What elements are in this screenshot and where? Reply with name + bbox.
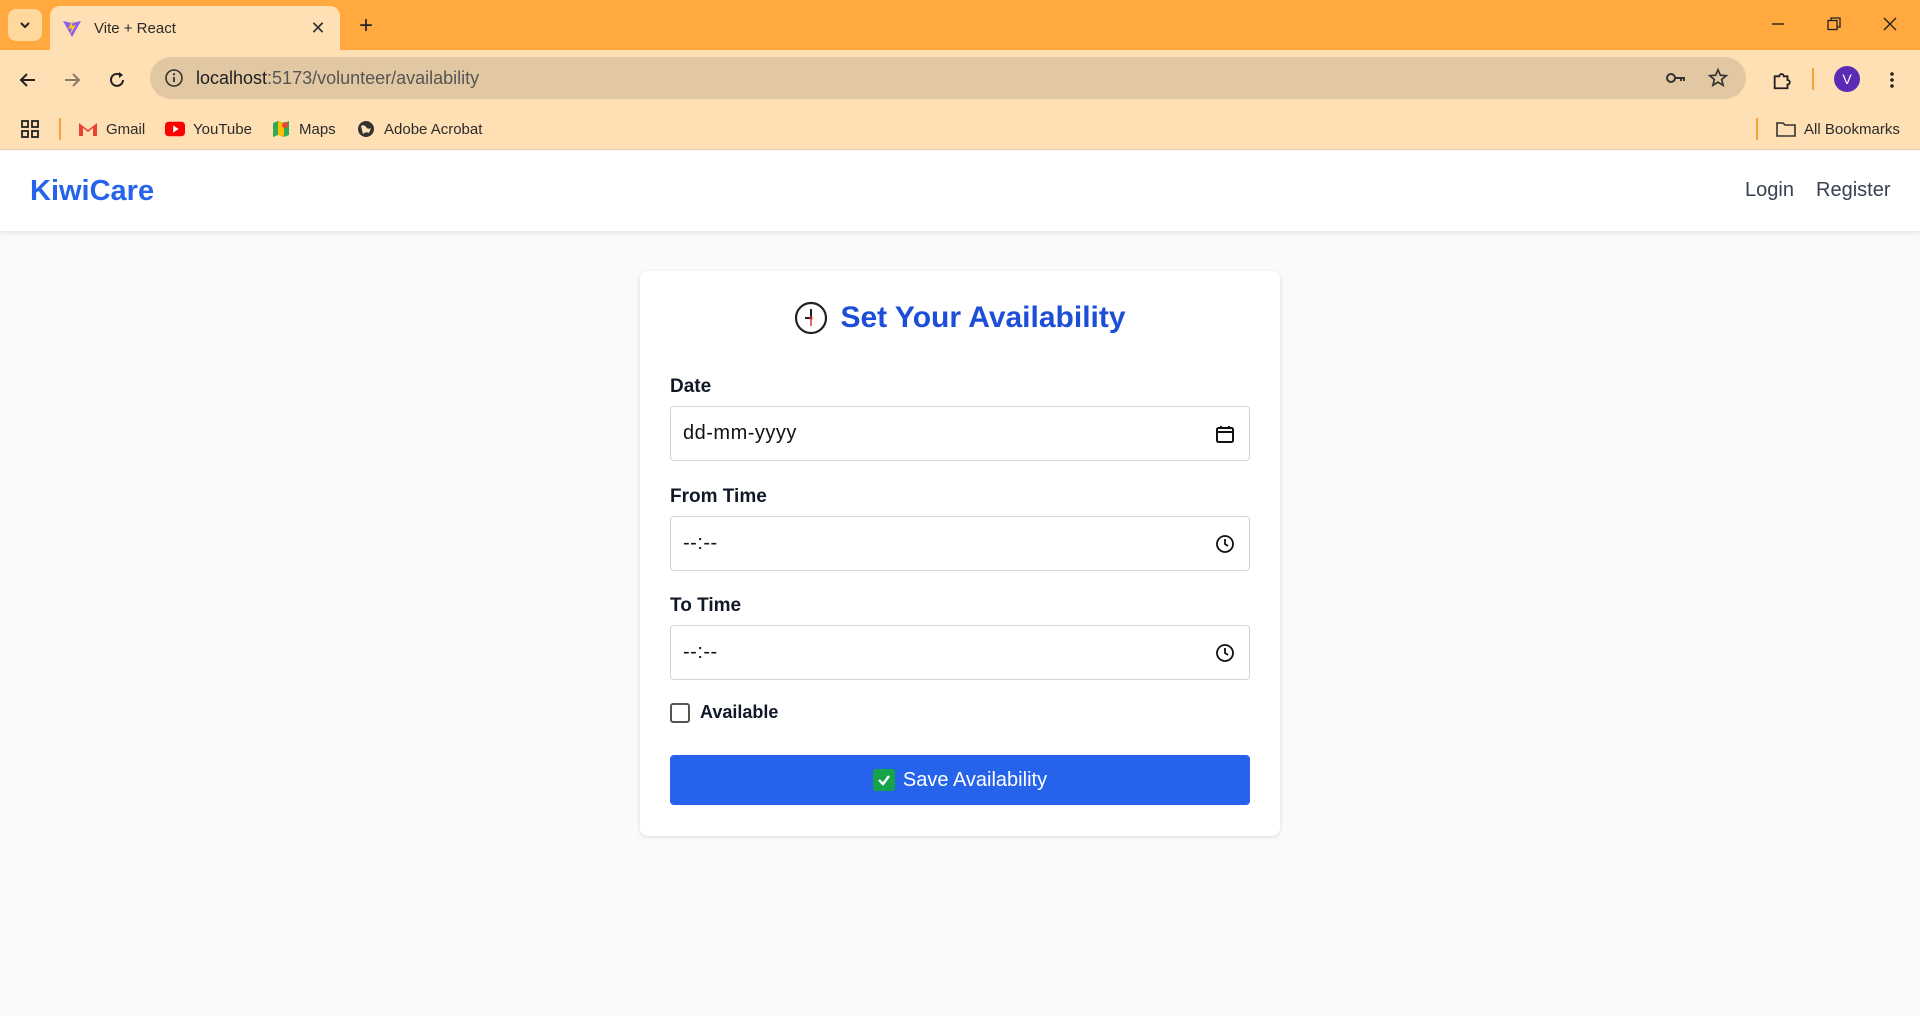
close-window-button[interactable] — [1870, 10, 1910, 38]
all-bookmarks-button[interactable]: All Bookmarks — [1776, 117, 1900, 141]
bookmarks-bar: Gmail YouTube Maps Adobe Acrobat All Boo… — [0, 108, 1920, 150]
tab-search-button[interactable] — [8, 9, 42, 41]
date-input[interactable]: dd-mm-yyyy — [670, 406, 1250, 461]
check-mark-icon — [872, 769, 895, 791]
key-icon — [1666, 73, 1685, 83]
bookmark-star-button[interactable] — [1704, 64, 1732, 92]
to-time-label: To Time — [670, 595, 742, 616]
register-link[interactable]: Register — [1816, 179, 1890, 202]
extensions-button[interactable] — [1766, 64, 1798, 96]
chevron-down-icon — [20, 22, 30, 29]
minimize-button[interactable] — [1758, 10, 1798, 38]
browser-tab[interactable]: Vite + React ✕ — [50, 6, 340, 50]
time-clock-icon[interactable] — [1213, 532, 1237, 556]
available-label[interactable]: Available — [700, 702, 778, 723]
to-time-value: --:-- — [683, 641, 718, 663]
arrow-left-icon — [19, 73, 35, 87]
address-bar[interactable]: localhost:5173/volunteer/availability — [150, 57, 1746, 99]
date-label: Date — [670, 376, 712, 397]
browser-toolbar: localhost:5173/volunteer/availability V — [0, 50, 1920, 108]
apps-button[interactable] — [20, 117, 40, 141]
star-icon — [1707, 67, 1729, 88]
browser-menu-button[interactable] — [1876, 64, 1908, 96]
bookmarks-separator-right — [1756, 118, 1758, 140]
restore-icon — [1827, 17, 1841, 31]
from-time-input[interactable]: --:-- — [670, 516, 1250, 571]
more-vertical-icon — [1890, 72, 1894, 88]
from-time-value: --:-- — [683, 532, 718, 554]
apps-grid-icon — [21, 120, 39, 138]
app-navbar: KiwiCare Login Register — [0, 151, 1920, 231]
available-row: Available — [670, 702, 778, 723]
to-time-input[interactable]: --:-- — [670, 625, 1250, 680]
folder-icon — [1776, 119, 1796, 139]
bookmarks-separator — [59, 118, 61, 140]
site-info-icon[interactable] — [164, 68, 184, 88]
available-checkbox[interactable] — [670, 702, 690, 723]
globe-icon — [356, 119, 376, 139]
url-text: localhost:5173/volunteer/availability — [196, 67, 480, 88]
save-button-label: Save Availability — [902, 768, 1048, 791]
restore-button[interactable] — [1814, 10, 1854, 38]
tab-title: Vite + React — [94, 19, 176, 37]
gmail-icon — [78, 119, 98, 139]
new-tab-button[interactable]: + — [352, 12, 380, 40]
calendar-icon[interactable] — [1213, 422, 1237, 446]
save-availability-button[interactable]: Save Availability — [670, 755, 1250, 805]
time-clock-icon[interactable] — [1213, 641, 1237, 665]
back-button[interactable] — [12, 64, 44, 96]
minimize-icon — [1772, 23, 1784, 25]
browser-tabstrip: Vite + React ✕ + — [0, 0, 1920, 50]
date-input-value: dd-mm-yyyy — [683, 422, 797, 444]
brand-logo[interactable]: KiwiCare — [30, 175, 154, 208]
reload-button[interactable] — [101, 64, 133, 96]
youtube-icon — [165, 119, 185, 139]
login-link[interactable]: Login — [1745, 179, 1794, 202]
password-key-button[interactable] — [1662, 64, 1690, 92]
profile-avatar[interactable]: V — [1834, 66, 1860, 92]
close-tab-icon[interactable]: ✕ — [308, 18, 328, 38]
clock-icon — [795, 301, 828, 335]
bookmark-gmail[interactable]: Gmail — [78, 117, 145, 141]
page-title: Set Your Availability — [840, 301, 1126, 334]
maps-icon — [271, 119, 291, 139]
reload-icon — [110, 72, 124, 87]
bookmark-maps[interactable]: Maps — [271, 117, 336, 141]
bookmark-adobe-acrobat[interactable]: Adobe Acrobat — [356, 117, 482, 141]
form-title: Set Your Availability — [640, 301, 1280, 335]
bookmark-youtube[interactable]: YouTube — [165, 117, 252, 141]
forward-button[interactable] — [56, 64, 88, 96]
close-icon — [1883, 17, 1897, 31]
arrow-right-icon — [65, 73, 81, 87]
puzzle-icon — [1773, 73, 1791, 90]
availability-form-card: Set Your Availability Date dd-mm-yyyy Fr… — [640, 271, 1280, 836]
vite-logo-icon — [63, 19, 81, 37]
toolbar-separator — [1812, 68, 1814, 90]
from-time-label: From Time — [670, 486, 767, 507]
